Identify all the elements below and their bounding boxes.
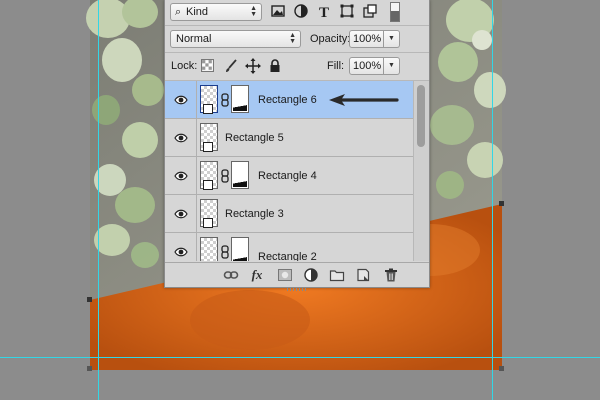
layer-mask-thumbnail[interactable] bbox=[231, 237, 249, 261]
visibility-toggle[interactable] bbox=[165, 157, 197, 195]
fill-label: Fill: bbox=[327, 60, 345, 72]
anchor-point[interactable] bbox=[87, 297, 92, 302]
opacity-value: 100% bbox=[353, 33, 382, 45]
vector-layer-badge-icon bbox=[203, 104, 213, 114]
lock-label: Lock: bbox=[171, 60, 198, 72]
layer-name[interactable]: Rectangle 5 bbox=[225, 119, 284, 157]
anchor-point[interactable] bbox=[87, 366, 92, 371]
layer-list-scrollbar[interactable] bbox=[413, 81, 429, 261]
smart-object-filter-icon[interactable] bbox=[362, 3, 378, 19]
opacity-label: Opacity: bbox=[310, 33, 351, 45]
fill-input[interactable]: 100% bbox=[349, 57, 384, 75]
visibility-toggle[interactable] bbox=[165, 195, 197, 233]
layer-filter-row: ⌕ Kind ▲ ▼ T bbox=[165, 0, 429, 26]
layers-panel: ⌕ Kind ▲ ▼ T Normal ▲ ▼ Opacity: 100% ▼ … bbox=[164, 0, 430, 291]
layer-name[interactable]: Rectangle 4 bbox=[258, 157, 317, 195]
layer-mask-thumbnail[interactable] bbox=[231, 85, 249, 113]
eye-icon bbox=[174, 133, 188, 143]
search-icon: ⌕ bbox=[175, 6, 182, 18]
visibility-toggle[interactable] bbox=[165, 81, 197, 119]
vector-layer-badge-icon bbox=[203, 180, 213, 190]
layer-row-rectangle-4[interactable]: Rectangle 4 bbox=[165, 157, 413, 195]
up-down-arrows-icon: ▲ ▼ bbox=[289, 32, 296, 45]
anchor-point[interactable] bbox=[499, 366, 504, 371]
layer-row-rectangle-6[interactable]: Rectangle 6 bbox=[165, 81, 413, 119]
lock-image-pixels-icon[interactable] bbox=[223, 58, 239, 74]
fill-dropdown-button[interactable]: ▼ bbox=[384, 57, 400, 75]
new-group-icon[interactable] bbox=[329, 267, 345, 283]
add-mask-icon[interactable] bbox=[277, 267, 293, 283]
lock-all-icon[interactable] bbox=[267, 58, 283, 74]
layer-row-rectangle-2[interactable]: Rectangle 2 bbox=[165, 233, 413, 261]
layer-name[interactable]: Rectangle 6 bbox=[258, 81, 317, 119]
lock-position-icon[interactable] bbox=[245, 58, 261, 74]
layer-row-rectangle-5[interactable]: Rectangle 5 bbox=[165, 119, 413, 157]
layer-thumbnail[interactable] bbox=[200, 237, 218, 261]
blend-opacity-row: Normal ▲ ▼ Opacity: 100% ▼ bbox=[165, 26, 429, 53]
layer-row-rectangle-3[interactable]: Rectangle 3 bbox=[165, 195, 413, 233]
vector-layer-badge-icon bbox=[203, 142, 213, 152]
layer-name[interactable]: Rectangle 2 bbox=[258, 238, 317, 261]
blend-mode-value: Normal bbox=[176, 33, 212, 45]
image-filter-icon[interactable] bbox=[270, 3, 286, 19]
panel-resize-grip[interactable] bbox=[287, 288, 307, 291]
type-filter-icon[interactable]: T bbox=[316, 3, 332, 19]
delete-layer-icon[interactable] bbox=[383, 267, 399, 283]
visibility-toggle[interactable] bbox=[165, 233, 197, 261]
link-layers-icon[interactable] bbox=[223, 267, 239, 283]
link-chain-icon[interactable] bbox=[221, 245, 229, 259]
fill-value: 100% bbox=[353, 60, 382, 72]
vector-layer-badge-icon bbox=[203, 218, 213, 228]
lock-fill-row: Lock: Fill: 100% ▼ bbox=[165, 53, 429, 81]
anchor-point[interactable] bbox=[499, 201, 504, 206]
link-chain-icon[interactable] bbox=[221, 93, 229, 107]
eye-icon bbox=[174, 171, 188, 181]
lock-transparent-pixels-icon[interactable] bbox=[201, 59, 214, 72]
link-chain-icon[interactable] bbox=[221, 169, 229, 183]
kind-filter-select[interactable]: ⌕ Kind ▲ ▼ bbox=[170, 3, 262, 21]
layers-panel-footer: fx bbox=[165, 262, 429, 291]
eye-icon bbox=[174, 247, 188, 257]
up-down-arrows-icon: ▲ ▼ bbox=[250, 5, 257, 18]
eye-icon bbox=[174, 95, 188, 105]
kind-filter-label: Kind bbox=[186, 6, 209, 18]
shape-filter-icon[interactable] bbox=[339, 3, 355, 19]
visibility-toggle[interactable] bbox=[165, 119, 197, 157]
blend-mode-select[interactable]: Normal ▲ ▼ bbox=[170, 30, 301, 48]
layer-list: Rectangle 6 Rectangle 5 Rectangle 4 Rect… bbox=[165, 81, 413, 261]
new-layer-icon[interactable] bbox=[355, 267, 371, 283]
adjustment-filter-icon[interactable] bbox=[293, 3, 309, 19]
fx-layer-style-icon[interactable]: fx bbox=[249, 267, 265, 283]
svg-text:T: T bbox=[319, 5, 329, 19]
layer-name[interactable]: Rectangle 3 bbox=[225, 195, 284, 233]
eye-icon bbox=[174, 209, 188, 219]
opacity-dropdown-button[interactable]: ▼ bbox=[384, 30, 400, 48]
arrow-annotation-icon bbox=[329, 94, 399, 106]
filter-toggle-icon[interactable] bbox=[390, 2, 400, 22]
layer-mask-thumbnail[interactable] bbox=[231, 161, 249, 189]
adjustment-layer-icon[interactable] bbox=[303, 267, 319, 283]
opacity-input[interactable]: 100% bbox=[349, 30, 384, 48]
scrollbar-thumb[interactable] bbox=[417, 85, 425, 147]
